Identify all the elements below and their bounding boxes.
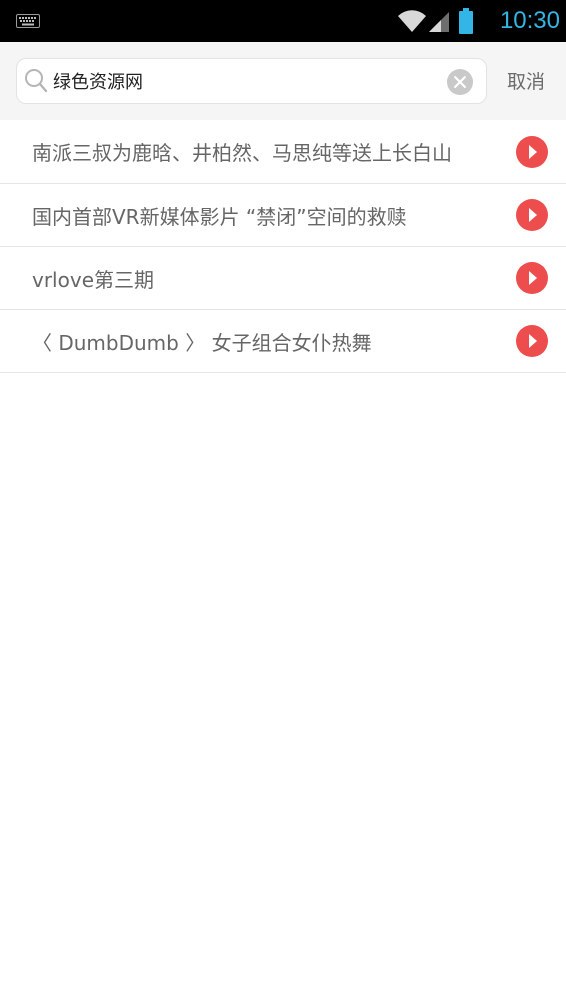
play-icon[interactable] xyxy=(516,262,548,294)
suggestion-text: 〈 DumbDumb 〉 女子组合女仆热舞 xyxy=(32,330,372,355)
status-bar: 10:30 xyxy=(0,0,566,42)
suggestion-list: 南派三叔为鹿晗、井柏然、马思纯等送上长白山 国内首部VR新媒体影片 “禁闭”空间… xyxy=(0,120,566,373)
play-icon[interactable] xyxy=(516,325,548,357)
play-icon[interactable] xyxy=(516,135,548,168)
search-header: 取消 xyxy=(0,42,566,120)
clear-icon[interactable] xyxy=(446,68,474,100)
screen: 10:30 取消 南派三叔为鹿晗、井柏然 xyxy=(0,0,566,1004)
suggestion-item[interactable]: 国内首部VR新媒体影片 “禁闭”空间的救赎 xyxy=(0,184,566,247)
status-time: 10:30 xyxy=(499,7,560,34)
suggestion-item[interactable]: 南派三叔为鹿晗、井柏然、马思纯等送上长白山 xyxy=(0,120,566,184)
play-icon[interactable] xyxy=(516,199,548,231)
search-icon xyxy=(24,68,48,98)
search-box[interactable] xyxy=(16,58,487,104)
wifi-icon xyxy=(397,9,427,37)
search-input[interactable] xyxy=(53,63,433,99)
signal-icon xyxy=(428,11,450,37)
keyboard-icon xyxy=(16,13,40,32)
suggestion-item[interactable]: 〈 DumbDumb 〉 女子组合女仆热舞 xyxy=(0,310,566,373)
suggestion-text: 南派三叔为鹿晗、井柏然、马思纯等送上长白山 xyxy=(32,141,452,165)
battery-icon xyxy=(458,8,474,38)
suggestion-text: 国内首部VR新媒体影片 “禁闭”空间的救赎 xyxy=(32,204,407,229)
cancel-button[interactable]: 取消 xyxy=(496,66,556,98)
suggestion-item[interactable]: vrlove第三期 xyxy=(0,247,566,310)
suggestion-text: vrlove第三期 xyxy=(32,267,154,292)
